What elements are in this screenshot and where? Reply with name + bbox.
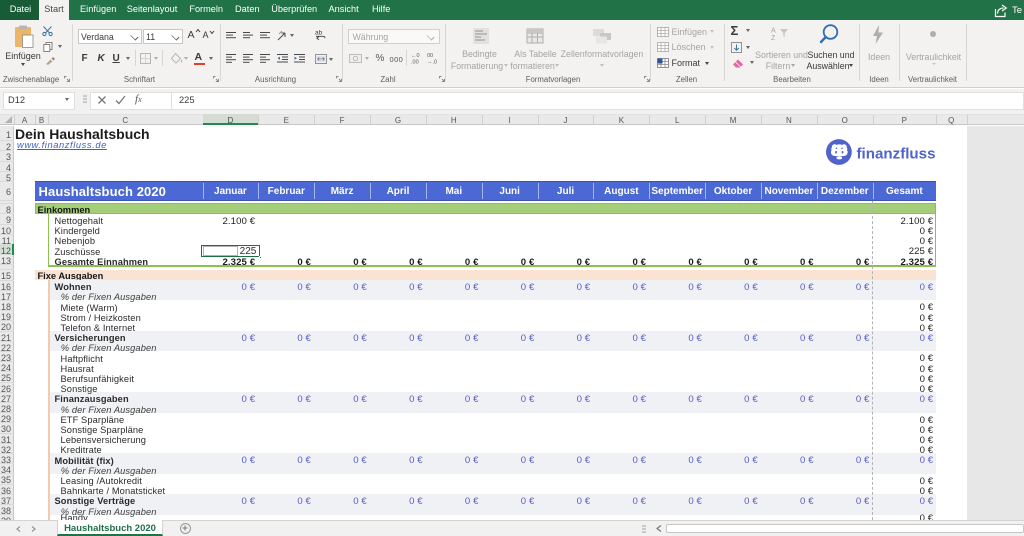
svg-text:Z: Z xyxy=(771,35,776,42)
svg-text:→.0: →.0 xyxy=(427,60,437,66)
svg-text:ab: ab xyxy=(315,30,323,37)
svg-text:←0: ←0 xyxy=(411,53,420,59)
svg-text:A: A xyxy=(771,28,776,35)
svg-text:.00: .00 xyxy=(411,60,419,66)
svg-text:finanzfluss: finanzfluss xyxy=(856,145,935,162)
svg-text:00: 00 xyxy=(427,53,433,59)
